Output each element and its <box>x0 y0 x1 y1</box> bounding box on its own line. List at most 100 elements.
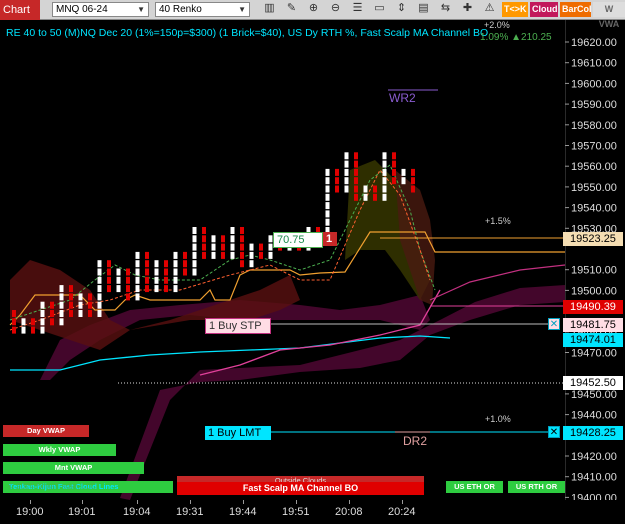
tk-button[interactable]: T<>K <box>502 2 528 17</box>
bear-brick <box>202 235 206 243</box>
price-tick-label: 19510.00 <box>571 265 617 277</box>
chart-header: RE 40 to 50 (M)NQ Dec 20 (1%=150p=$300) … <box>6 27 489 39</box>
buy-limit-order[interactable]: 1 Buy LMT <box>205 426 271 440</box>
fast-scalp-button[interactable]: Fast Scalp MA Channel BO <box>177 482 424 495</box>
time-tick-label: 20:08 <box>335 506 363 518</box>
time-tick <box>190 500 191 504</box>
us-rth-or-button[interactable]: US RTH OR <box>508 481 565 493</box>
alert-icon[interactable]: ⚠ <box>482 2 497 17</box>
bear-brick <box>259 251 263 259</box>
cloud-button[interactable]: Cloud <box>530 2 558 17</box>
time-tick <box>30 500 31 504</box>
bull-brick <box>135 293 140 301</box>
bear-brick <box>373 193 377 201</box>
bear-brick <box>183 260 187 268</box>
bull-brick <box>135 260 140 268</box>
bull-brick <box>344 168 349 176</box>
dr2-label: DR2 <box>403 434 428 448</box>
bear-brick <box>392 160 396 168</box>
bull-brick <box>192 243 197 251</box>
stop-price-tag: 19490.39 <box>563 300 623 314</box>
buy-stop-order[interactable]: 1 Buy STP <box>205 318 271 334</box>
bear-brick <box>373 185 377 193</box>
bull-brick <box>382 185 387 193</box>
zoom-in-icon[interactable]: ⊕ <box>306 2 321 17</box>
bear-brick <box>126 276 130 284</box>
bear-brick <box>12 326 16 334</box>
screen-icon[interactable]: ▭ <box>372 2 387 17</box>
bear-brick <box>50 301 54 309</box>
bull-brick <box>211 243 216 251</box>
bear-brick <box>221 251 225 259</box>
time-tick <box>82 500 83 504</box>
instrument-selector[interactable]: MNQ 06-24 ▼ <box>52 2 149 17</box>
bull-brick <box>173 285 178 293</box>
bull-brick <box>97 268 102 276</box>
weekly-vwap-button[interactable]: Wkly VWAP <box>3 444 116 456</box>
us-eth-or-button[interactable]: US ETH OR <box>446 481 503 493</box>
bull-brick <box>192 260 197 268</box>
price-tick-label: 19400.00 <box>571 492 617 500</box>
scale-icon[interactable]: ⇕ <box>394 2 409 17</box>
time-tick <box>349 500 350 504</box>
chart-tab[interactable]: Chart <box>0 0 40 20</box>
price-tick-label: 19440.00 <box>571 410 617 422</box>
bull-brick <box>382 193 387 201</box>
vs-icon[interactable]: ⇆ <box>438 2 453 17</box>
bull-brick <box>382 152 387 160</box>
time-tick <box>402 500 403 504</box>
bull-brick <box>59 285 64 293</box>
bull-brick <box>59 318 64 326</box>
bar-type-selector[interactable]: 40 Renko ▼ <box>155 2 250 17</box>
bull-brick <box>40 301 45 309</box>
bull-brick <box>192 235 197 243</box>
bull-brick <box>154 260 159 268</box>
bull-brick <box>325 202 330 210</box>
bear-brick <box>240 260 244 268</box>
time-tick-label: 20:24 <box>388 506 416 518</box>
price-tick-label: 19590.00 <box>571 99 617 111</box>
bear-brick <box>240 227 244 234</box>
buy-limit-price-tag: 19428.25 <box>563 426 623 440</box>
zoom-out-icon[interactable]: ⊖ <box>328 2 343 17</box>
monthly-vwap-button[interactable]: Mnt VWAP <box>3 462 144 474</box>
day-vwap-button[interactable]: Day VWAP <box>3 425 89 437</box>
time-tick-label: 19:44 <box>229 506 257 518</box>
bull-brick <box>40 326 45 334</box>
settings-icon[interactable]: ☰ <box>350 2 365 17</box>
upper-price-tag: 19523.25 <box>563 232 623 246</box>
bear-brick <box>411 177 415 185</box>
bear-brick <box>354 185 358 193</box>
cancel-buy-stop-icon[interactable]: ✕ <box>548 318 560 330</box>
wvwap-button[interactable]: W VWA <box>593 2 625 29</box>
position-count-box[interactable]: 1 <box>323 232 337 246</box>
bear-brick <box>145 285 149 293</box>
bull-brick <box>363 185 368 193</box>
time-axis[interactable]: 19:00 19:01 19:04 19:31 19:44 19:51 20:08 20:24 <box>0 500 565 524</box>
barcol-button[interactable]: BarCol <box>560 2 592 17</box>
bull-brick <box>21 318 26 326</box>
bear-brick <box>240 243 244 251</box>
price-tick-label: 19450.00 <box>571 389 617 401</box>
plus-icon[interactable]: ✚ <box>460 2 475 17</box>
bear-brick <box>240 235 244 243</box>
strategy-icon[interactable]: ▤ <box>416 2 431 17</box>
bear-brick <box>411 168 415 176</box>
bear-brick <box>31 318 35 326</box>
bear-brick <box>69 293 73 301</box>
bear-brick <box>202 251 206 259</box>
bull-brick <box>173 251 178 259</box>
time-tick-label: 19:51 <box>282 506 310 518</box>
pencil-icon[interactable]: ✎ <box>284 2 299 17</box>
bull-brick <box>230 235 235 243</box>
buy-stop-price-tag: 19481.75 <box>563 318 623 332</box>
bull-brick <box>211 235 216 243</box>
bear-brick <box>145 260 149 268</box>
bull-brick <box>59 293 64 301</box>
cancel-buy-limit-icon[interactable]: ✕ <box>548 426 560 438</box>
chart-toolbar: Chart MNQ 06-24 ▼ 40 Renko ▼ ▥ ✎ ⊕ ⊖ ☰ ▭… <box>0 0 625 29</box>
bars-icon[interactable]: ▥ <box>262 2 277 17</box>
bull-brick <box>401 168 406 176</box>
bull-brick <box>382 160 387 168</box>
bull-brick <box>40 318 45 326</box>
